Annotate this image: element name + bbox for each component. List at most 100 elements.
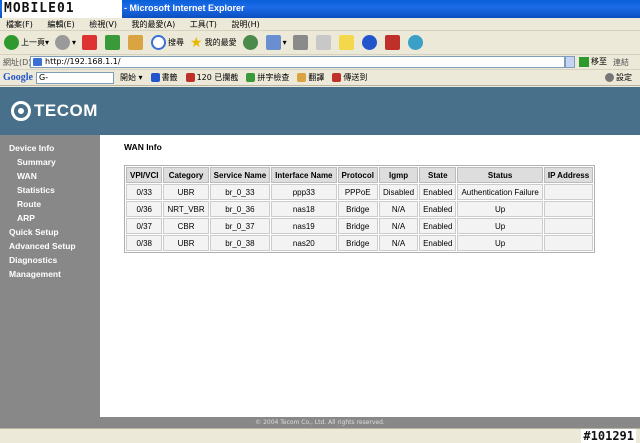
back-label: 上一頁 — [21, 38, 45, 47]
bluetooth-button[interactable] — [361, 35, 379, 50]
cell-service-name: br_0_36 — [209, 201, 271, 217]
cell-service-name: br_0_38 — [209, 235, 271, 251]
back-arrow-icon — [4, 35, 19, 50]
cell-ip-address — [543, 235, 594, 251]
google-settings-label: 設定 — [616, 73, 632, 82]
sidebar-item-diagnostics[interactable]: Diagnostics — [0, 253, 100, 267]
research-icon — [384, 35, 400, 50]
col-interface-name: Interface Name — [271, 167, 337, 183]
sidebar-item-route[interactable]: Route — [0, 197, 100, 211]
sidebar-item-arp[interactable]: ARP — [0, 211, 100, 225]
send-to-button[interactable]: 傳送到 — [332, 72, 367, 83]
mail-icon — [265, 35, 281, 50]
star-icon: ★ — [190, 34, 203, 51]
stop-icon — [82, 35, 98, 50]
menu-edit[interactable]: 編輯(E) — [47, 18, 74, 31]
wan-info-table: VPI/VCI Category Service Name Interface … — [124, 165, 596, 253]
refresh-icon — [105, 35, 121, 50]
menu-view[interactable]: 檢視(V) — [89, 18, 117, 31]
menu-bar: 檔案(F) 編輯(E) 檢視(V) 我的最愛(A) 工具(T) 說明(H) — [0, 18, 640, 31]
bookmark-star-icon — [150, 73, 160, 82]
spellcheck-label: 拼字檢查 — [257, 73, 290, 82]
translate-label: 翻譯 — [308, 73, 325, 82]
forward-button[interactable]: ▾ — [55, 35, 76, 50]
popup-blocker-button[interactable]: 120 已攔截 — [185, 72, 238, 83]
back-button[interactable]: 上一頁 ▾ — [4, 35, 49, 50]
page-title: WAN Info — [124, 142, 162, 152]
mobile01-logo: MOBILE01 — [2, 0, 122, 18]
cell-interface-name: nas18 — [271, 201, 337, 217]
messenger-button[interactable] — [407, 35, 425, 50]
refresh-button[interactable] — [105, 35, 122, 50]
menu-file[interactable]: 檔案(F) — [6, 18, 33, 31]
favorites-label: 我的最愛 — [204, 38, 237, 47]
google-bookmarks-button[interactable]: 書籤 — [150, 72, 178, 83]
cell-status: Up — [457, 218, 543, 234]
google-search-input[interactable]: G- — [36, 71, 114, 84]
cell-category: NRT_VBR — [163, 201, 209, 217]
translate-button[interactable]: 翻譯 — [297, 72, 324, 83]
address-input[interactable]: http://192.168.1.1/ — [30, 56, 565, 68]
google-toolbar: Google G- 開始 ▾ 書籤 120 已攔截 拼字檢查 翻譯 傳送到 設定 — [0, 70, 640, 86]
window-titlebar: MOBILE01 - Microsoft Internet Explorer — [0, 0, 640, 18]
col-state: State — [419, 167, 457, 183]
search-button[interactable]: 搜尋 — [151, 35, 184, 50]
history-button[interactable] — [242, 35, 260, 50]
discuss-button[interactable] — [338, 35, 356, 50]
google-settings-button[interactable]: 設定 — [605, 72, 632, 83]
cell-category: UBR — [163, 235, 209, 251]
forward-arrow-icon — [55, 35, 71, 50]
cell-status: Authentication Failure — [457, 184, 543, 200]
cell-vpi-vci: 0/37 — [126, 218, 163, 234]
col-protocol: Protocol — [337, 167, 378, 183]
sidebar-item-management[interactable]: Management — [0, 267, 100, 281]
main-content: WAN Info VPI/VCI Category Service Name I… — [100, 135, 640, 417]
window-title: - Microsoft Internet Explorer — [124, 3, 245, 13]
sidebar-item-advanced-setup[interactable]: Advanced Setup — [0, 239, 100, 253]
google-start-button[interactable]: 開始 ▾ — [120, 72, 143, 83]
google-bookmarks-label: 書籤 — [161, 73, 178, 82]
cell-ip-address — [543, 184, 594, 200]
go-button[interactable]: 移至 — [579, 56, 607, 67]
google-logo: Google — [3, 72, 33, 83]
spellcheck-icon — [246, 73, 256, 82]
home-button[interactable] — [128, 35, 145, 50]
search-icon — [151, 35, 167, 50]
table-row: 0/37 CBR br_0_37 nas19 Bridge N/A Enable… — [126, 218, 594, 234]
sidebar-item-wan[interactable]: WAN — [0, 169, 100, 183]
table-row: 0/33 UBR br_0_33 ppp33 PPPoE Disabled En… — [126, 184, 594, 200]
col-status: Status — [457, 167, 543, 183]
links-button[interactable]: 連結 — [613, 57, 629, 68]
spellcheck-button[interactable]: 拼字檢查 — [246, 72, 289, 83]
send-label: 傳送到 — [343, 73, 368, 82]
col-service-name: Service Name — [209, 167, 271, 183]
go-label: 移至 — [591, 57, 607, 66]
search-label: 搜尋 — [168, 38, 185, 47]
messenger-icon — [407, 35, 423, 50]
cell-vpi-vci: 0/36 — [126, 201, 163, 217]
menu-favorites[interactable]: 我的最愛(A) — [132, 18, 176, 31]
bluetooth-icon — [361, 35, 377, 50]
print-button[interactable] — [292, 35, 310, 50]
cell-interface-name: nas20 — [271, 235, 337, 251]
browser-statusbar: #101291 — [0, 428, 640, 443]
favorites-button[interactable]: ★ 我的最愛 — [190, 35, 237, 51]
table-row: 0/36 NRT_VBR br_0_36 nas18 Bridge N/A En… — [126, 201, 594, 217]
sidebar-item-device-info[interactable]: Device Info — [0, 141, 100, 155]
address-dropdown[interactable] — [565, 56, 575, 68]
menu-tools[interactable]: 工具(T) — [190, 18, 217, 31]
mail-button[interactable]: ▾ — [265, 35, 287, 50]
col-category: Category — [163, 167, 209, 183]
edit-button[interactable] — [315, 35, 333, 50]
sidebar-item-summary[interactable]: Summary — [0, 155, 100, 169]
cell-service-name: br_0_33 — [209, 184, 271, 200]
cell-state: Enabled — [419, 235, 457, 251]
research-button[interactable] — [384, 35, 402, 50]
sidebar-item-statistics[interactable]: Statistics — [0, 183, 100, 197]
stop-button[interactable] — [82, 35, 99, 50]
copyright-footer: © 2004 Tecom Co., Ltd. All rights reserv… — [0, 417, 640, 428]
menu-help[interactable]: 說明(H) — [231, 18, 259, 31]
page-icon — [33, 58, 42, 66]
sidebar-item-quick-setup[interactable]: Quick Setup — [0, 225, 100, 239]
cell-igmp: Disabled — [378, 184, 419, 200]
